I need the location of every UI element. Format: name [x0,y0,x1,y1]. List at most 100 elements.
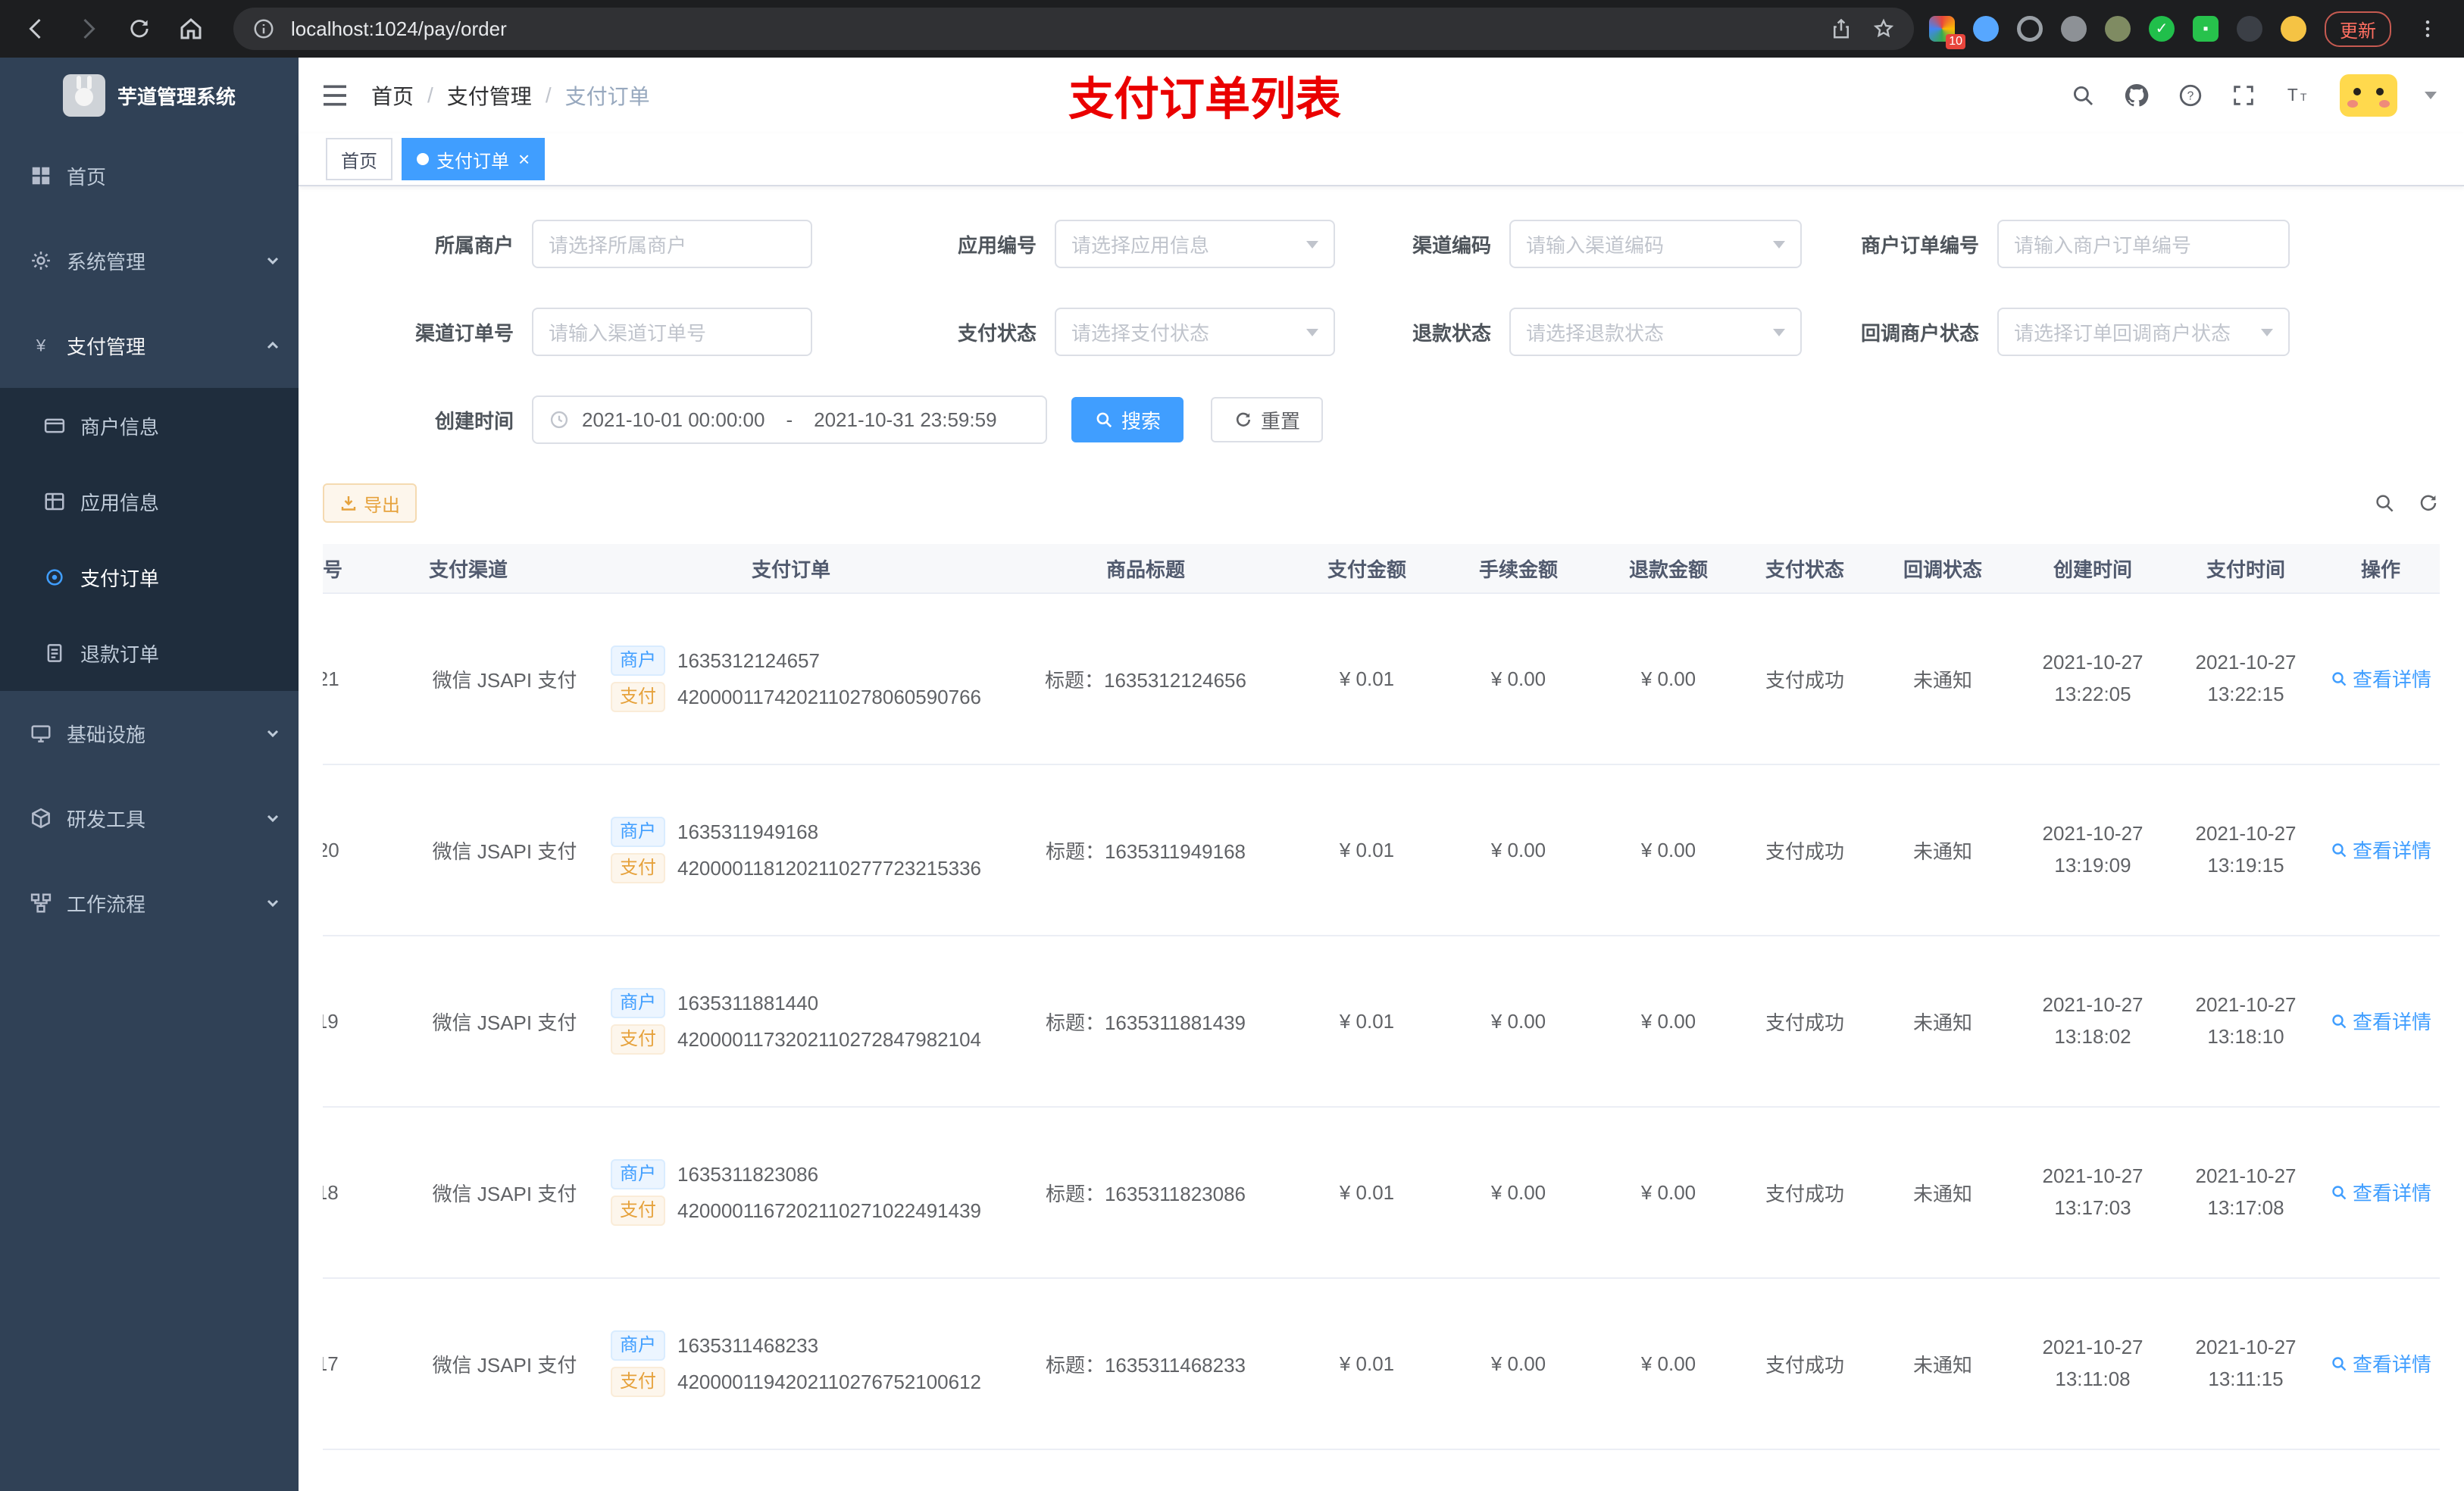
notify-status-select[interactable]: 请选择订单回调商户状态 [1997,308,2290,356]
home-icon[interactable] [173,11,209,47]
share-icon[interactable] [1826,14,1856,44]
help-icon[interactable]: ? [2178,83,2203,108]
date-start: 2021-10-01 00:00:00 [582,408,765,431]
channel-code-input[interactable]: 请输入渠道编码 [1509,220,1802,268]
sidebar-item-system[interactable]: 系统管理 [0,218,299,303]
table-tool-icons [2373,492,2440,514]
field-label: 所属商户 [434,233,514,257]
cell-id: 118 [323,1107,414,1279]
sidebar-item-label: 系统管理 [67,250,146,274]
app-select[interactable]: 请选择应用信息 [1055,220,1335,268]
chevron-down-icon [265,253,280,268]
view-detail-link[interactable]: 查看详情 [2330,836,2431,864]
export-button[interactable]: 导出 [323,483,417,523]
merchant-order-no: 1635311881440 [677,991,819,1014]
date-range-input[interactable]: 2021-10-01 00:00:00 - 2021-10-31 23:59:5… [532,395,1047,444]
column-header[interactable]: 手续金额 [1429,544,1608,594]
url-bar[interactable]: localhost:1024/pay/order [233,8,1914,50]
browser-update-button[interactable]: 更新 [2325,11,2391,47]
merchant-order-no: 1635311468233 [677,1333,819,1357]
sidebar-item-merchant-info[interactable]: 商户信息 [0,388,299,464]
fullscreen-icon[interactable] [2231,83,2256,108]
app-logo[interactable]: 芋道管理系统 [0,58,299,133]
tab-pay-order[interactable]: 支付订单 × [402,138,546,180]
refresh-icon[interactable] [2417,492,2440,514]
column-header[interactable]: 支付订单 [596,544,987,594]
column-header[interactable]: 操作 [2311,544,2440,594]
sidebar-item-pay-order[interactable]: 支付订单 [0,539,299,615]
cube-icon [29,807,53,830]
bookmark-star-icon[interactable] [1868,14,1899,44]
cell-pay-time: 2021-10-27 13:11:15 [2181,1278,2311,1450]
extension-icon[interactable] [1973,16,1999,42]
cell-title: 标题：1635311881439 [987,936,1305,1108]
sidebar-item-home[interactable]: 首页 [0,133,299,218]
cell-notify: 未通知 [1881,1278,2005,1450]
reload-icon[interactable] [121,11,158,47]
extension-icon[interactable]: 10 [1929,16,1965,49]
breadcrumb-item[interactable]: 首页 [371,80,414,111]
sidebar-item-infra[interactable]: 基础设施 [0,691,299,776]
extension-icon[interactable] [2017,16,2043,42]
extension-chat-icon[interactable]: ▪ [2193,16,2219,42]
column-header[interactable]: 编号 [323,544,414,594]
view-detail-link[interactable]: 查看详情 [2330,1007,2431,1035]
merchant-order-no-input[interactable]: 请输入商户订单编号 [1997,220,2290,268]
close-icon[interactable]: × [518,149,530,169]
cell-fee: ¥ 0.00 [1429,764,1608,936]
channel-order-no-input[interactable]: 请输入渠道订单号 [532,308,812,356]
channel-pay-no: 4200001174202110278060590766 [677,685,982,708]
pay-status-select[interactable]: 请选择支付状态 [1055,308,1335,356]
column-header[interactable]: 商品标题 [987,544,1305,594]
back-icon[interactable] [18,11,55,47]
field-label: 创建时间 [434,409,514,433]
sidebar-item-devtools[interactable]: 研发工具 [0,776,299,861]
chevron-up-icon [265,338,280,353]
tab-home[interactable]: 首页 [326,138,392,180]
extension-icon[interactable] [2105,16,2131,42]
refund-status-select[interactable]: 请选择退款状态 [1509,308,1802,356]
user-avatar[interactable] [2340,74,2397,117]
column-header[interactable]: 支付渠道 [414,544,596,594]
chevron-down-icon [1773,329,1785,336]
view-detail-link[interactable]: 查看详情 [2330,1178,2431,1206]
sidebar-item-workflow[interactable]: 工作流程 [0,861,299,946]
font-size-icon[interactable]: TT [2284,83,2312,108]
search-icon[interactable] [2070,83,2096,108]
kebab-menu-icon[interactable] [2409,11,2446,47]
sidebar-item-app-info[interactable]: 应用信息 [0,464,299,539]
reset-button[interactable]: 重置 [1211,397,1324,442]
hamburger-icon[interactable] [320,80,350,111]
hide-search-icon[interactable] [2373,492,2396,514]
extension-check-icon[interactable]: ✓ [2149,16,2175,42]
sidebar-item-label: 应用信息 [80,491,160,514]
column-header[interactable]: 支付金额 [1305,544,1429,594]
cell-channel: 微信 JSAPI 支付 [414,593,596,765]
forward-icon[interactable] [70,11,106,47]
cell-create-time [2005,1449,2181,1491]
cell-status: 支付成功 [1729,1107,1881,1279]
column-header[interactable]: 创建时间 [2005,544,2181,594]
sidebar-item-pay[interactable]: ¥ 支付管理 [0,303,299,388]
view-detail-link[interactable]: 查看详情 [2330,1349,2431,1377]
chevron-down-icon[interactable] [2425,92,2437,99]
cell-notify: 未通知 [1881,593,2005,765]
extension-icon[interactable] [2237,16,2262,42]
breadcrumb-item[interactable]: 支付管理 [447,80,532,111]
github-icon[interactable] [2123,82,2150,109]
column-header[interactable]: 支付状态 [1729,544,1881,594]
column-header[interactable]: 退款金额 [1608,544,1729,594]
column-header[interactable]: 支付时间 [2181,544,2311,594]
column-header[interactable]: 回调状态 [1881,544,2005,594]
search-button[interactable]: 搜索 [1071,397,1184,442]
sidebar-item-refund-order[interactable]: 退款订单 [0,615,299,691]
merchant-select[interactable]: 请选择所属商户 [532,220,812,268]
site-info-icon[interactable] [249,14,279,44]
view-detail-link[interactable]: 查看详情 [2330,664,2431,692]
cell-channel: 微信 JSAPI 支付 [414,764,596,936]
extension-icon[interactable] [2061,16,2087,42]
page-content: 所属商户 请选择所属商户 应用编号 请选择应用信息 渠道编码 请输入渠道编码 商… [299,186,2464,1491]
profile-avatar-icon[interactable] [2281,16,2306,42]
filter-field-pay-status: 支付状态 请选择支付状态 [846,308,1335,356]
field-label: 渠道编码 [1412,233,1491,257]
